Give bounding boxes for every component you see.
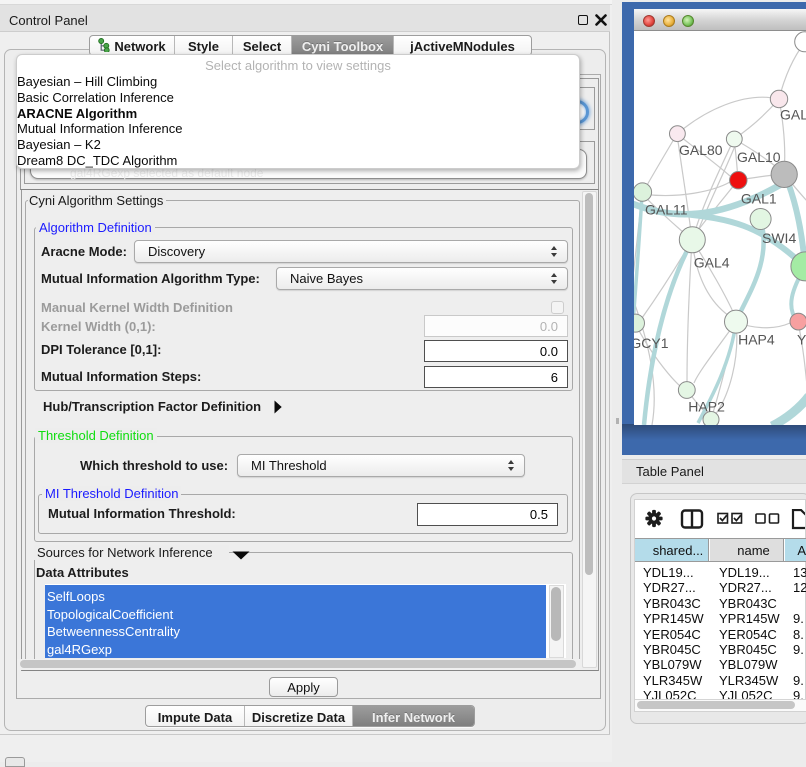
svg-text:GAL4: GAL4 bbox=[694, 254, 730, 270]
svg-text:HAP4: HAP4 bbox=[738, 331, 775, 347]
svg-text:HAP2: HAP2 bbox=[688, 399, 725, 415]
svg-text:GAL7: GAL7 bbox=[780, 106, 806, 122]
svg-text:YE: YE bbox=[797, 331, 806, 347]
svg-text:GAL10: GAL10 bbox=[737, 149, 781, 165]
svg-text:GAL11: GAL11 bbox=[645, 202, 688, 218]
svg-text:GAL1: GAL1 bbox=[741, 190, 777, 206]
svg-text:GAL80: GAL80 bbox=[679, 142, 723, 158]
svg-text:GCY1: GCY1 bbox=[634, 335, 669, 351]
svg-text:SWI4: SWI4 bbox=[762, 230, 796, 246]
